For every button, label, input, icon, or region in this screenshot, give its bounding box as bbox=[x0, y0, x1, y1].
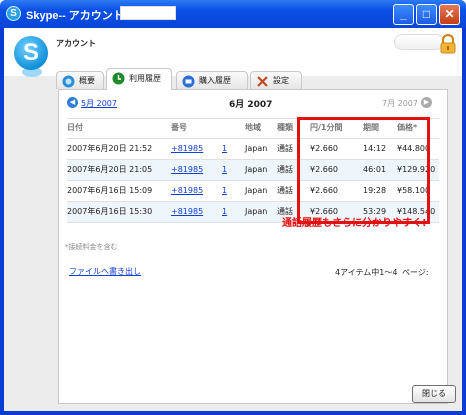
next-month-icon: ▶ bbox=[421, 97, 432, 108]
month-navigator: ◀ 5月 2007 6月 2007 7月 2007 ▶ bbox=[59, 90, 447, 116]
export-to-file-link[interactable]: ファイルへ書き出し bbox=[69, 266, 141, 277]
callout-text: 通話履歴もさらに分かりやすく! bbox=[282, 218, 427, 229]
tab-purchase-history[interactable]: 購入履歴 bbox=[176, 71, 248, 89]
col-region: 地域 bbox=[245, 123, 261, 132]
cell-number-link[interactable]: +81985 bbox=[171, 139, 203, 159]
cell-date: 2007年6月20日 21:52 bbox=[67, 144, 153, 153]
cell-number-link[interactable]: +81985 bbox=[171, 181, 203, 201]
tab-label: 利用履歴 bbox=[129, 74, 161, 83]
tab-usage-history[interactable]: 利用履歴 bbox=[106, 68, 172, 90]
page-label: ページ: bbox=[402, 268, 429, 277]
skype-logo: S bbox=[14, 36, 48, 70]
tab-label: 設定 bbox=[273, 76, 289, 85]
account-field bbox=[394, 34, 444, 50]
cell-region: Japan bbox=[245, 165, 268, 174]
cell-count-link[interactable]: 1 bbox=[222, 181, 227, 201]
cell-count-link[interactable]: 1 bbox=[222, 202, 227, 222]
highlight-box bbox=[297, 117, 430, 224]
close-window-button[interactable]: ✕ bbox=[439, 4, 460, 25]
tools-icon bbox=[257, 76, 268, 87]
cell-count-link[interactable]: 1 bbox=[222, 160, 227, 180]
col-number: 番号 bbox=[171, 123, 187, 132]
next-month-label: 7月 2007 bbox=[382, 99, 418, 108]
close-button[interactable]: 閉じる bbox=[412, 385, 456, 403]
history-icon bbox=[112, 72, 125, 85]
current-month: 6月 2007 bbox=[229, 100, 273, 110]
cell-type: 通話 bbox=[277, 165, 293, 174]
skype-app-icon: S bbox=[6, 6, 21, 21]
cell-number-link[interactable]: +81985 bbox=[171, 160, 203, 180]
pagination-info: 4アイテム中1〜4 bbox=[335, 268, 398, 277]
tab-label: 購入履歴 bbox=[199, 76, 231, 85]
prev-month-link[interactable]: 5月 2007 bbox=[81, 98, 117, 109]
cell-type: 通話 bbox=[277, 186, 293, 195]
cell-date: 2007年6月20日 21:05 bbox=[67, 165, 153, 174]
title-bar[interactable]: S Skype-- アカウント - _ □ ✕ bbox=[0, 0, 466, 28]
col-date: 日付 bbox=[67, 123, 83, 132]
tab-settings[interactable]: 設定 bbox=[250, 71, 302, 89]
tab-label: 概要 bbox=[79, 76, 95, 85]
cell-region: Japan bbox=[245, 186, 268, 195]
cell-count-link[interactable]: 1 bbox=[222, 139, 227, 159]
minimize-button[interactable]: _ bbox=[393, 4, 414, 25]
redacted-username bbox=[120, 6, 176, 20]
footnote: *接続料金を含む bbox=[65, 243, 118, 251]
col-type: 種類 bbox=[277, 123, 293, 132]
tab-overview[interactable]: 概要 bbox=[56, 71, 104, 89]
cell-region: Japan bbox=[245, 144, 268, 153]
prev-month-icon[interactable]: ◀ bbox=[67, 97, 78, 108]
cell-type: 通話 bbox=[277, 144, 293, 153]
cart-icon bbox=[182, 75, 195, 88]
cell-date: 2007年6月16日 15:09 bbox=[67, 186, 153, 195]
page-title: アカウント bbox=[56, 39, 96, 48]
cell-date: 2007年6月16日 15:30 bbox=[67, 207, 153, 216]
cell-number-link[interactable]: +81985 bbox=[171, 202, 203, 222]
maximize-button[interactable]: □ bbox=[416, 4, 437, 25]
window-title: Skype-- アカウント - bbox=[26, 10, 131, 22]
overview-icon bbox=[62, 75, 75, 88]
cell-region: Japan bbox=[245, 207, 268, 216]
lock-icon bbox=[440, 34, 456, 54]
account-header: S アカウント bbox=[4, 28, 462, 77]
